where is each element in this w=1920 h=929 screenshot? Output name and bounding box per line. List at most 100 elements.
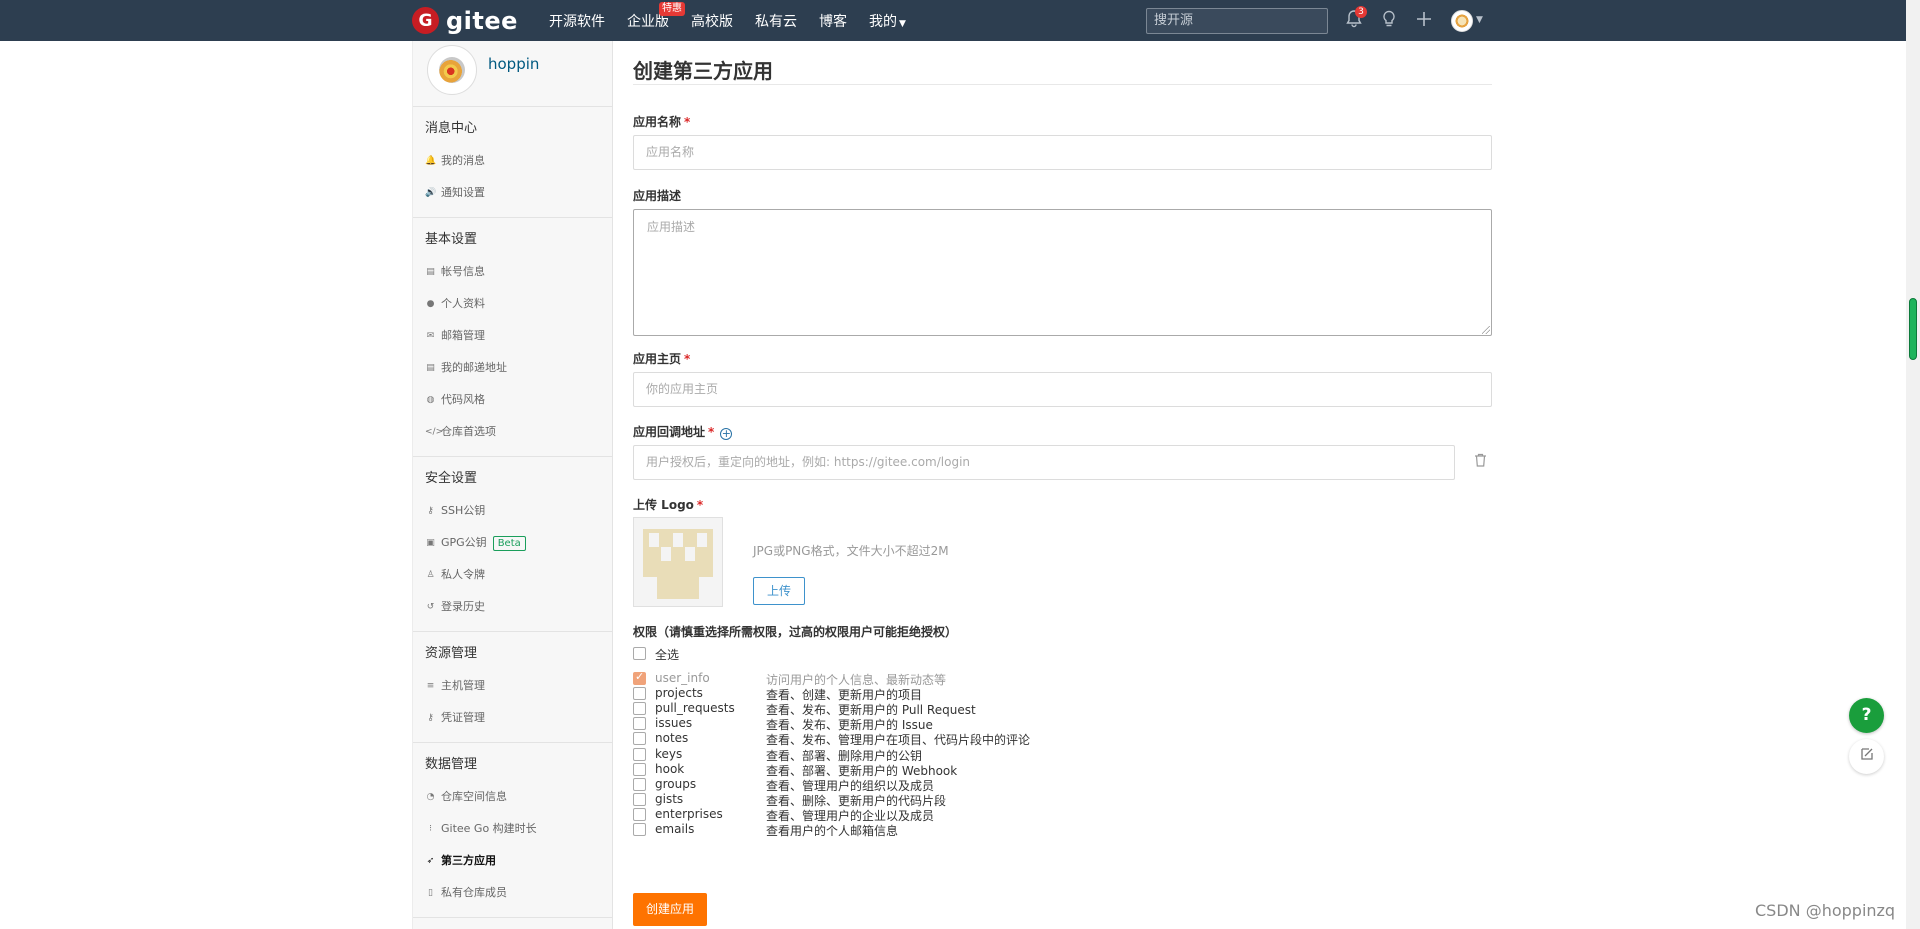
permission-name: gists — [655, 792, 684, 806]
watermark: CSDN @hoppinzq — [1755, 901, 1896, 920]
user-icon: ● — [426, 299, 435, 309]
select-all-label[interactable]: 全选 — [655, 646, 679, 663]
sidebar-username[interactable]: hoppin — [488, 55, 539, 73]
sidebar-item[interactable]: ≡ 主机管理 — [413, 670, 612, 702]
sidebar-group-title: 消息中心 — [425, 121, 478, 136]
trash-icon[interactable] — [1474, 453, 1487, 471]
nav-item-education[interactable]: 高校版 — [691, 11, 733, 31]
avatar[interactable] — [427, 45, 477, 95]
caret-down-icon[interactable]: ▼ — [1476, 15, 1483, 25]
scrollbar-thumb[interactable] — [1909, 298, 1917, 360]
placeholder-logo-image — [643, 529, 713, 599]
palette-icon: ◍ — [426, 395, 435, 405]
sidebar-item-label: 私有仓库成员 — [441, 886, 507, 899]
field-label-text: 应用名称 — [633, 115, 682, 129]
feedback-button[interactable] — [1849, 739, 1884, 774]
required-mark: * — [684, 115, 691, 129]
credential-key-icon: ⚷ — [427, 713, 434, 723]
mail-icon: ✉ — [426, 331, 435, 341]
sidebar-item[interactable]: ⁝ Gitee Go 构建时长 — [413, 813, 612, 845]
permission-checkbox[interactable] — [633, 670, 646, 685]
resize-handle[interactable] — [1482, 326, 1490, 334]
gitee-logo-icon: G — [412, 7, 439, 34]
nav-item-mine[interactable]: 我的 ▼ — [869, 11, 906, 31]
sidebar-item[interactable]: ➶ 第三方应用 — [413, 845, 612, 877]
nav-item-blog[interactable]: 博客 — [819, 11, 847, 31]
permission-name: emails — [655, 822, 695, 836]
sidebar-item[interactable]: 🔊 通知设置 — [413, 177, 612, 209]
help-button[interactable]: ? — [1849, 698, 1884, 733]
sidebar-user-card: hoppin — [413, 41, 612, 107]
permission-name: hook — [655, 762, 685, 776]
page-scrollbar[interactable] — [1906, 0, 1920, 929]
sidebar-item[interactable]: ▤ 帐号信息 — [413, 256, 612, 288]
permission-checkbox[interactable] — [633, 717, 646, 730]
callback-url-input[interactable]: 用户授权后，重定向的地址，例如: https://gitee.com/login — [633, 445, 1455, 480]
sidebar-item[interactable]: ✉ 邮箱管理 — [413, 320, 612, 352]
permission-checkbox[interactable] — [633, 778, 646, 791]
key-icon: ⚷ — [427, 506, 434, 516]
page-title: 创建第三方应用 — [633, 59, 773, 83]
permission-checkbox[interactable] — [633, 793, 646, 806]
history-icon: ↺ — [426, 602, 435, 612]
sidebar-item[interactable]: ◍ 代码风格 — [413, 384, 612, 416]
permission-checkbox[interactable] — [633, 732, 646, 745]
sidebar-item[interactable]: ▤ 我的邮递地址 — [413, 352, 612, 384]
rocket-icon: ➶ — [426, 856, 435, 866]
permission-name: pull_requests — [655, 701, 735, 715]
nav-item-enterprise[interactable]: 企业版 特惠 — [627, 1, 685, 31]
sidebar-item[interactable]: ⚷ 凭证管理 — [413, 702, 612, 734]
sidebar-item[interactable]: ▯ 私有仓库成员 — [413, 877, 612, 909]
promo-badge: 特惠 — [659, 1, 685, 16]
permission-checkbox[interactable] — [633, 808, 646, 821]
nav-item-private-cloud[interactable]: 私有云 — [755, 11, 797, 31]
plus-icon[interactable] — [1416, 10, 1432, 33]
permission-checkbox[interactable] — [633, 823, 646, 836]
nav-menu: 开源软件 企业版 特惠 高校版 私有云 博客 我的 ▼ — [549, 0, 928, 41]
create-app-button[interactable]: 创建应用 — [633, 893, 707, 926]
sidebar-item-label: 通知设置 — [441, 186, 485, 199]
textarea-placeholder: 应用描述 — [647, 220, 696, 234]
sidebar-item[interactable]: ◔ 仓库空间信息 — [413, 781, 612, 813]
server-icon: ≡ — [426, 681, 435, 691]
sidebar-item-label: 仓库首选项 — [441, 425, 496, 438]
lightbulb-icon[interactable] — [1381, 10, 1397, 33]
add-callback-icon[interactable]: + — [720, 428, 733, 440]
pie-chart-icon: ◔ — [426, 792, 435, 802]
sidebar-item[interactable]: ↺ 登录历史 — [413, 591, 612, 623]
select-all-checkbox[interactable] — [633, 647, 646, 660]
id-card-icon: ▤ — [426, 267, 435, 277]
permission-name: enterprises — [655, 807, 723, 821]
sidebar-item[interactable]: ▣ GPG公钥 Beta — [413, 527, 612, 559]
permission-checkbox[interactable] — [633, 763, 646, 776]
edit-icon — [1860, 747, 1874, 765]
user-avatar[interactable] — [1451, 10, 1473, 32]
app-name-input[interactable]: 应用名称 — [633, 135, 1492, 170]
upload-button[interactable]: 上传 — [753, 577, 805, 605]
required-mark: * — [708, 425, 715, 439]
app-homepage-input[interactable]: 你的应用主页 — [633, 372, 1492, 407]
sidebar-item-label: 我的消息 — [441, 154, 485, 167]
permission-description: 查看、发布、管理用户在项目、代码片段中的评论 — [766, 733, 1031, 747]
permission-name: projects — [655, 686, 703, 700]
sidebar-item-label: 登录历史 — [441, 600, 485, 613]
permission-checkbox[interactable] — [633, 702, 646, 715]
permission-checkbox[interactable] — [633, 687, 646, 700]
sidebar-item[interactable]: </> 仓库首选项 — [413, 416, 612, 448]
nav-item-open-source[interactable]: 开源软件 — [549, 11, 605, 31]
field-label-text: 应用回调地址 — [633, 425, 706, 439]
callback-url-label: 应用回调地址 * + — [633, 423, 733, 440]
sidebar-item[interactable]: ● 个人资料 — [413, 288, 612, 320]
sidebar-group: 基本设置 ▤ 帐号信息 ● 个人资料 ✉ 邮箱管理 ▤ 我的邮递地址 ◍ 代码风格 </> 仓库首选项 — [413, 218, 612, 457]
sidebar-group-title: 资源管理 — [425, 646, 478, 661]
sidebar-item[interactable]: 🔔 我的消息 — [413, 145, 612, 177]
app-desc-textarea[interactable]: 应用描述 — [633, 209, 1492, 336]
gitee-logo[interactable]: G gitee — [412, 7, 518, 35]
beta-badge: Beta — [492, 535, 526, 551]
search-input[interactable]: 搜开源 — [1146, 8, 1328, 34]
sidebar-item[interactable]: ⚷ SSH公钥 — [413, 495, 612, 527]
top-navbar: G gitee 开源软件 企业版 特惠 高校版 私有云 博客 我的 ▼ 搜开源 3… — [0, 0, 1920, 41]
sidebar-item[interactable]: ♙ 私人令牌 — [413, 559, 612, 591]
divider — [633, 84, 1492, 85]
permission-checkbox[interactable] — [633, 748, 646, 761]
